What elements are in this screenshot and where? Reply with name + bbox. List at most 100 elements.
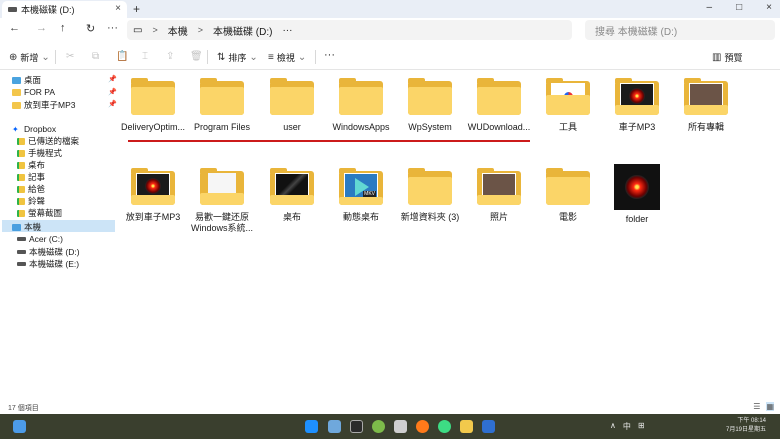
item-name: 易歡一鍵还原 Windows系統... <box>190 212 253 233</box>
sidebar-item-this-pc[interactable]: 本機 <box>12 221 41 233</box>
folder-item[interactable]: 放到車子MP3 <box>119 168 187 223</box>
annotation-underline <box>128 140 530 142</box>
start-icon[interactable] <box>305 420 318 433</box>
folder-icon <box>476 78 522 118</box>
sidebar-item-drive-e[interactable]: 本機磁碟 (E:) <box>17 258 79 270</box>
copy-icon[interactable]: ⧉ <box>92 51 99 62</box>
item-name: 桌布 <box>282 212 301 222</box>
folder-item[interactable]: 所有專輯 <box>672 78 740 133</box>
sidebar-item-car-mp3[interactable]: 放到車子MP3 <box>12 99 75 111</box>
folder-icon <box>199 78 245 118</box>
sidebar-item-dropbox-apps[interactable]: 手機程式 <box>17 147 62 159</box>
folder-item[interactable]: DeliveryOptim... <box>119 78 187 133</box>
android-icon[interactable] <box>372 420 385 433</box>
show-hidden-icons-icon[interactable]: ∧ <box>610 421 616 432</box>
breadcrumb-drive-d[interactable]: 本機磁碟 (D:) <box>213 23 272 38</box>
folder-item[interactable]: 易歡一鍵还原 Windows系統... <box>188 168 256 234</box>
folder-item[interactable]: 新增資料夾 (3) <box>396 168 464 223</box>
new-label: 新增 <box>20 53 39 63</box>
address-bar[interactable]: ▭ > 本機 > 本機磁碟 (D:) ··· <box>127 20 572 40</box>
sidebar-item-label: 已傳送的檔案 <box>28 136 80 146</box>
synced-folder-icon <box>17 149 25 157</box>
store-icon[interactable] <box>482 420 495 433</box>
new-tab-button[interactable]: + <box>133 2 140 16</box>
minimize-button[interactable]: – <box>707 2 713 13</box>
task-view-icon[interactable] <box>328 420 341 433</box>
sort-button[interactable]: ⇅ 排序 ⌄ <box>217 51 258 64</box>
sidebar-item-label: 記事 <box>28 172 46 182</box>
delete-icon[interactable]: 🗑 <box>190 51 203 62</box>
sort-icon: ⇅ <box>217 52 226 63</box>
folder-icon <box>130 78 176 118</box>
chevron-down-icon: ⌄ <box>41 52 50 63</box>
sidebar-item-dropbox-notes[interactable]: 記事 <box>17 171 45 183</box>
folder-item[interactable]: user <box>258 78 326 133</box>
input-method-indicator[interactable]: 中 <box>623 421 631 432</box>
folder-item[interactable]: 工具 <box>534 78 602 133</box>
sidebar-item-label: 本機磁碟 (E:) <box>29 259 80 269</box>
breadcrumb-separator[interactable]: > <box>198 25 203 35</box>
cut-icon[interactable]: ✂ <box>66 51 74 62</box>
breadcrumb-more[interactable]: ··· <box>282 25 292 36</box>
sidebar-item-dropbox-sent[interactable]: 已傳送的檔案 <box>17 135 79 147</box>
sidebar-item-dropbox-wallpaper[interactable]: 桌布 <box>17 159 45 171</box>
back-button[interactable]: ← <box>9 22 20 34</box>
forward-button[interactable]: → <box>36 22 47 34</box>
paste-icon[interactable]: 📋 <box>116 51 128 62</box>
folder-icon <box>12 88 21 96</box>
folder-item[interactable]: WUDownload... <box>465 78 533 133</box>
sidebar-item-label: 桌面 <box>24 75 42 85</box>
network-icon[interactable]: ⊞ <box>638 421 645 432</box>
folder-item[interactable]: Program Files <box>188 78 256 133</box>
item-name: folder <box>625 214 649 224</box>
sidebar-item-label: Dropbox <box>24 124 57 134</box>
sidebar-item-label: 桌布 <box>28 160 46 170</box>
tab-close-icon[interactable]: × <box>115 3 121 14</box>
sidebar-item-desktop[interactable]: 桌面 <box>12 74 41 86</box>
new-button[interactable]: ⊕ 新增 ⌄ <box>9 51 50 64</box>
item-name: 車子MP3 <box>618 122 656 132</box>
folder-item[interactable]: WpSystem <box>396 78 464 133</box>
rename-icon[interactable]: ⌶ <box>142 51 148 62</box>
dropbox-icon: ✦ <box>12 124 19 134</box>
nav-more-button[interactable]: ··· <box>107 22 118 34</box>
file-explorer-icon[interactable] <box>460 420 473 433</box>
chat-icon[interactable] <box>350 420 363 433</box>
firefox-icon[interactable] <box>416 420 429 433</box>
breadcrumb-separator[interactable]: > <box>152 25 157 35</box>
breadcrumb-this-pc[interactable]: 本機 <box>168 23 188 38</box>
widgets-icon[interactable] <box>13 420 26 433</box>
search-input[interactable]: 搜尋 本機磁碟 (D:) <box>585 20 775 40</box>
image-file-item[interactable]: folder <box>603 164 671 225</box>
preview-button[interactable]: ▥ 預覽 <box>712 51 742 64</box>
share-icon[interactable]: ⇪ <box>166 51 174 62</box>
toolbar-more-button[interactable]: ··· <box>324 49 335 61</box>
folder-item[interactable]: 桌布 <box>258 168 326 223</box>
refresh-button[interactable]: ↻ <box>86 22 95 35</box>
alien-app-icon[interactable] <box>394 420 407 433</box>
sidebar-item-dropbox-screenshots[interactable]: 螢幕截圖 <box>17 207 62 219</box>
up-button[interactable]: ↑ <box>60 22 66 34</box>
sidebar-item-dropbox-dad[interactable]: 給爸 <box>17 183 45 195</box>
sidebar-item-drive-d[interactable]: 本機磁碟 (D:) <box>17 246 80 258</box>
folder-item[interactable]: 電影 <box>534 168 602 223</box>
folder-icon <box>407 78 453 118</box>
close-button[interactable]: × <box>766 2 772 13</box>
sidebar-item-drive-c[interactable]: Acer (C:) <box>17 234 63 244</box>
tab-local-disk-d[interactable]: 本機磁碟 (D:) × <box>2 1 127 18</box>
folder-item[interactable]: WindowsApps <box>327 78 395 133</box>
line-icon[interactable] <box>438 420 451 433</box>
folder-item[interactable]: 照片 <box>465 168 533 223</box>
view-button[interactable]: ≡ 檢視 ⌄ <box>268 51 306 64</box>
folder-item[interactable]: 車子MP3 <box>603 78 671 133</box>
sidebar-item-dropbox-ringtones[interactable]: 鈴聲 <box>17 195 45 207</box>
details-view-icon[interactable]: ☰ <box>753 402 760 411</box>
taskbar-clock[interactable]: 下午 08:14 7月19日星期五 <box>726 417 766 435</box>
maximize-button[interactable]: □ <box>736 2 742 13</box>
tiles-view-icon[interactable]: ▦ <box>766 402 774 411</box>
sidebar-item-dropbox[interactable]: ✦ Dropbox <box>12 124 56 134</box>
system-tray: ∧ 中 ⊞ <box>610 421 645 432</box>
status-bar: 17 個項目 ☰ ▦ <box>0 401 780 414</box>
sidebar-item-for-pa[interactable]: FOR PA <box>12 87 55 97</box>
folder-item[interactable]: MKV 動態桌布 <box>327 168 395 223</box>
